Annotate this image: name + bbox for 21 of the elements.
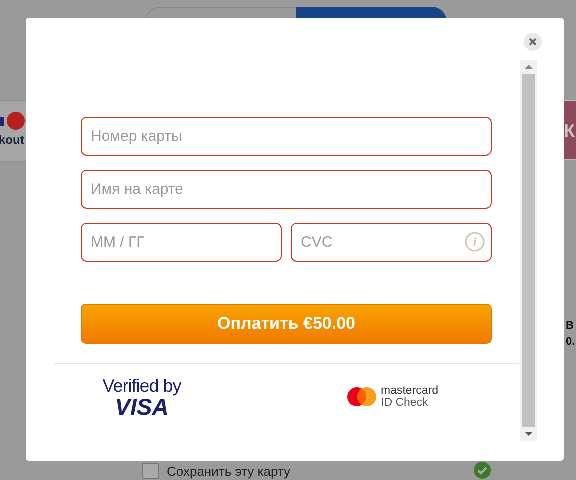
side-text: В	[566, 319, 575, 334]
close-icon[interactable]	[529, 38, 537, 46]
logo-text: kout	[0, 133, 26, 147]
info-icon[interactable]	[465, 232, 485, 252]
side-text: 0.	[566, 335, 576, 350]
input-field[interactable]: CVC	[291, 223, 492, 262]
checkbox-label: Сохранить эту карту	[167, 464, 291, 478]
card-logo-icon	[0, 116, 4, 126]
input-field[interactable]: MM / ГГ	[81, 223, 282, 262]
visa-logo: Verified by VISA	[102, 376, 183, 418]
input-field[interactable]: Номер карты	[81, 117, 492, 156]
scrollbar-thumb[interactable]	[522, 74, 535, 427]
scroll-up-icon[interactable]	[524, 65, 532, 69]
pay-button[interactable]: Оплатить €50.00	[81, 304, 492, 344]
scroll-down-icon[interactable]	[524, 432, 532, 436]
close-button[interactable]	[524, 33, 542, 51]
input-field[interactable]: Имя на карте	[81, 170, 492, 209]
mastercard-logo: mastercard ID Check	[347, 385, 439, 409]
scrollbar[interactable]	[520, 60, 537, 441]
card-logo-icon	[7, 112, 25, 130]
checkbox[interactable]	[142, 463, 159, 479]
